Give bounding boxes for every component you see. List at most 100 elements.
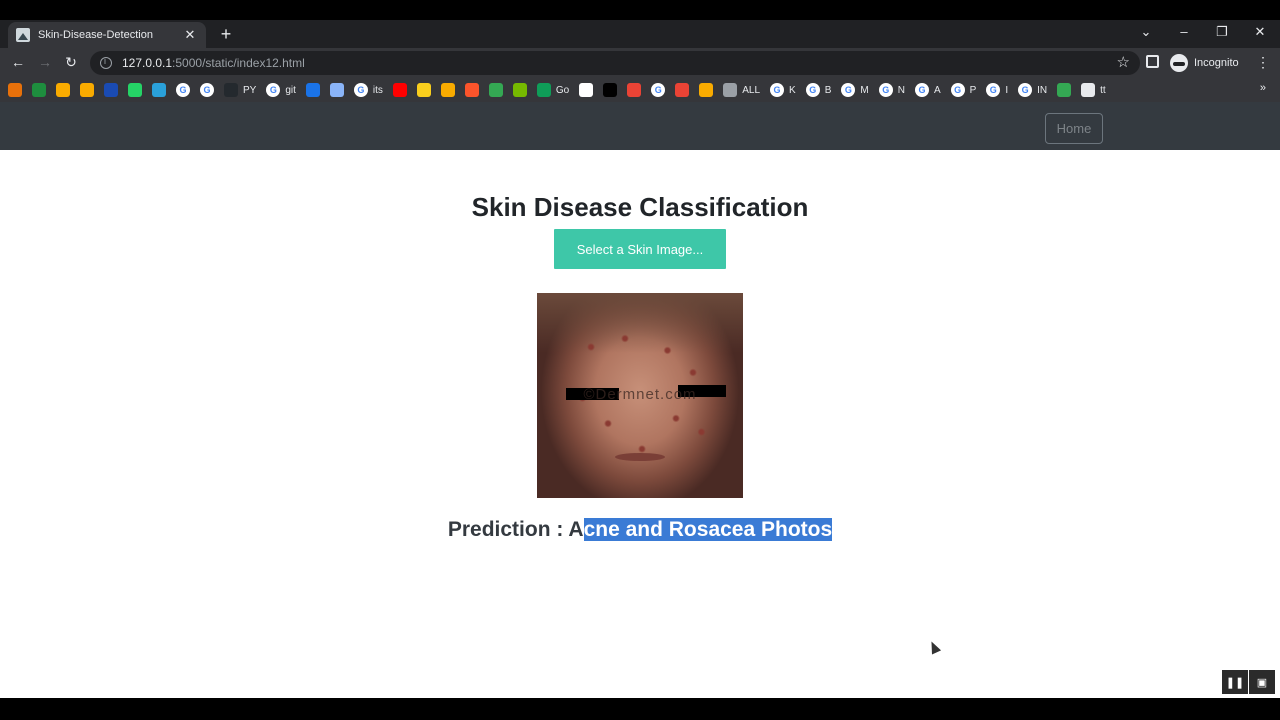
bookmark-label: ALL bbox=[742, 84, 761, 96]
url-host: 127.0.0.1 bbox=[122, 56, 173, 70]
bookmark-item[interactable] bbox=[416, 80, 431, 100]
bookmark-item[interactable] bbox=[104, 80, 118, 100]
reload-icon[interactable]: ↻ bbox=[62, 54, 80, 71]
page-icon bbox=[579, 83, 594, 97]
bookmark-item[interactable] bbox=[699, 80, 714, 100]
monitor-icon bbox=[1081, 83, 1096, 97]
side-panel-icon[interactable] bbox=[1146, 55, 1159, 68]
prediction-selected-text[interactable]: cne and Rosacea Photos bbox=[583, 518, 833, 541]
tab-search-icon[interactable]: ⌄ bbox=[1136, 24, 1156, 40]
nvidia-icon bbox=[512, 83, 527, 97]
bookmark-item[interactable] bbox=[675, 80, 690, 100]
bookmark-item[interactable] bbox=[152, 80, 166, 100]
bookmark-item[interactable]: GM bbox=[841, 80, 869, 100]
bookmark-item[interactable] bbox=[305, 80, 320, 100]
bookmark-item[interactable]: ALL bbox=[723, 80, 760, 100]
bookmarks-more-icon[interactable]: » bbox=[1260, 82, 1266, 94]
green-circle-icon bbox=[488, 83, 503, 97]
bookmark-label: I bbox=[1005, 84, 1009, 96]
orange-bookmark-icon bbox=[8, 83, 22, 97]
google-icon: G bbox=[914, 83, 929, 97]
bar-chart-icon bbox=[80, 83, 94, 97]
bookmark-item[interactable] bbox=[56, 80, 70, 100]
home-nav-button[interactable]: Home bbox=[1045, 113, 1103, 144]
bookmark-item[interactable] bbox=[392, 80, 407, 100]
bookmark-item[interactable] bbox=[32, 80, 46, 100]
whatsapp-icon bbox=[128, 83, 142, 97]
prediction-text: Prediction : Acne and Rosacea Photos bbox=[0, 518, 1280, 542]
bookmark-item[interactable] bbox=[8, 80, 22, 100]
bookmark-item[interactable]: G bbox=[200, 80, 214, 100]
bookmark-label: PY bbox=[243, 84, 257, 96]
google-icon: G bbox=[770, 83, 785, 97]
close-window-icon[interactable]: ✕ bbox=[1250, 24, 1270, 40]
bookmark-item[interactable] bbox=[603, 80, 618, 100]
youtube-icon bbox=[392, 83, 407, 97]
google-icon: G bbox=[651, 83, 666, 97]
brave-icon bbox=[464, 83, 479, 97]
site-info-icon[interactable] bbox=[100, 56, 112, 69]
preview-watermark: ©Dermnet.com bbox=[583, 386, 697, 403]
incognito-label: Incognito bbox=[1194, 57, 1239, 69]
google-icon: G bbox=[950, 83, 965, 97]
site-navbar: Home bbox=[0, 102, 1280, 150]
prediction-prefix: Prediction : A bbox=[447, 518, 584, 541]
google-icon: G bbox=[176, 83, 190, 97]
screen: Skin-Disease-Detection ✕ + ⌄ – ❐ ✕ ← → ↻… bbox=[0, 0, 1280, 720]
google-icon: G bbox=[200, 83, 214, 97]
bookmark-item[interactable]: tt bbox=[1081, 80, 1106, 100]
bookmark-item[interactable]: G bbox=[651, 80, 666, 100]
bookmark-item[interactable]: GK bbox=[770, 80, 796, 100]
bookmark-item[interactable]: Go bbox=[536, 80, 569, 100]
bookmark-item[interactable]: Ggit bbox=[266, 80, 296, 100]
bookmark-item[interactable] bbox=[329, 80, 344, 100]
edge-icon bbox=[536, 83, 551, 97]
bookmark-item[interactable]: GP bbox=[950, 80, 976, 100]
bookmarks-bar: G G PY Ggit Gits Go G ALL G K G B G M G N G A G P G I G IN tt» bbox=[0, 78, 1280, 102]
bookmark-item[interactable] bbox=[128, 80, 142, 100]
skin-image-preview: ©Dermnet.com bbox=[537, 293, 743, 498]
address-bar[interactable]: 127.0.0.1:5000/static/index12.html ☆ bbox=[90, 51, 1140, 75]
bookmark-item[interactable] bbox=[464, 80, 479, 100]
bookmark-item[interactable]: GA bbox=[914, 80, 941, 100]
bookmark-item[interactable] bbox=[1057, 80, 1072, 100]
forward-icon[interactable]: → bbox=[36, 54, 54, 70]
bookmark-star-icon[interactable]: ☆ bbox=[1117, 53, 1130, 71]
close-tab-icon[interactable]: ✕ bbox=[182, 27, 198, 43]
bookmark-label: its bbox=[372, 84, 383, 96]
bookmark-label: tt bbox=[1100, 84, 1106, 96]
bookmark-item[interactable] bbox=[80, 80, 94, 100]
p-icon bbox=[416, 83, 431, 97]
bookmark-item[interactable]: G bbox=[176, 80, 190, 100]
browser-menu-icon[interactable]: ⋮ bbox=[1256, 54, 1270, 71]
incognito-icon bbox=[1170, 54, 1188, 72]
mouse-cursor-icon bbox=[926, 639, 942, 655]
bookmark-item[interactable]: Gits bbox=[353, 80, 383, 100]
bookmark-item[interactable] bbox=[488, 80, 503, 100]
bookmark-item[interactable] bbox=[512, 80, 527, 100]
bookmark-item[interactable]: GI bbox=[986, 80, 1008, 100]
pause-icon[interactable]: ❚❚ bbox=[1222, 670, 1248, 694]
tab-strip: Skin-Disease-Detection ✕ + ⌄ – ❐ ✕ bbox=[0, 20, 1280, 48]
google-icon: G bbox=[986, 83, 1001, 97]
new-tab-icon[interactable]: + bbox=[216, 24, 236, 45]
bookmark-item[interactable] bbox=[440, 80, 455, 100]
restore-icon[interactable]: ❐ bbox=[1212, 24, 1232, 40]
picture-in-picture-icon[interactable]: ▣ bbox=[1249, 670, 1275, 694]
bookmark-item[interactable]: PY bbox=[224, 80, 256, 100]
bookmark-item[interactable] bbox=[579, 80, 594, 100]
bookmark-item[interactable]: G IN bbox=[1018, 80, 1047, 100]
bookmark-item[interactable] bbox=[627, 80, 642, 100]
select-image-button[interactable]: Select a Skin Image... bbox=[554, 229, 726, 269]
plus-square-icon bbox=[32, 83, 46, 97]
browser-tab[interactable]: Skin-Disease-Detection ✕ bbox=[8, 22, 206, 48]
bookmark-item[interactable]: GB bbox=[805, 80, 831, 100]
bookmark-item[interactable]: GN bbox=[878, 80, 905, 100]
google-icon: G bbox=[805, 83, 820, 97]
bookmark-label: IN bbox=[1037, 84, 1048, 96]
google-icon: G bbox=[353, 83, 368, 97]
back-icon[interactable]: ← bbox=[9, 54, 27, 70]
minimize-icon[interactable]: – bbox=[1174, 24, 1194, 39]
incognito-profile-button[interactable]: Incognito bbox=[1170, 52, 1239, 74]
tab-title: Skin-Disease-Detection bbox=[38, 29, 153, 41]
